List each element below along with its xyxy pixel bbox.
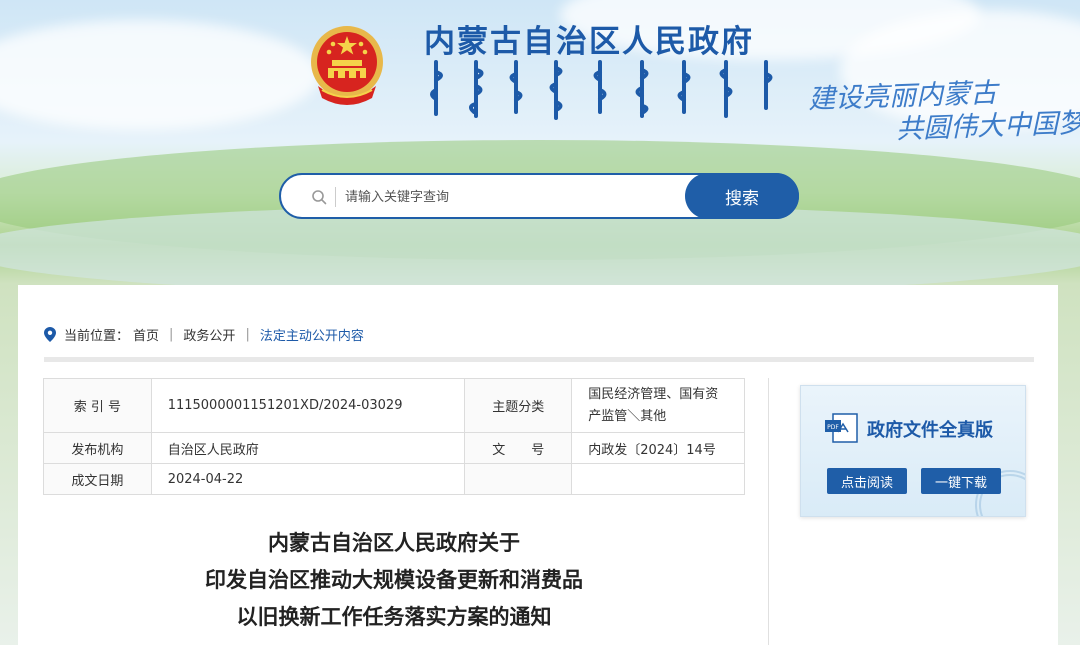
breadcrumb-separator: | xyxy=(245,326,250,342)
pdf-file-icon: PDF xyxy=(825,413,858,443)
document-title-line-3: 以旧换新工作任务落实方案的通知 xyxy=(236,605,552,629)
breadcrumb: 当前位置： 首页 | 政务公开 | 法定主动公开内容 xyxy=(44,325,364,344)
document-title-line-2: 印发自治区推动大规模设备更新和消费品 xyxy=(205,568,583,592)
topic-value: 国民经济管理、国有资产监管＼其他 xyxy=(571,378,745,433)
index-number-value: 1115000001151201XD/2024-03029 xyxy=(150,378,466,433)
issuer-label: 发布机构 xyxy=(43,432,152,464)
document-info-table: 索 引 号 1115000001151201XD/2024-03029 主题分类… xyxy=(43,378,745,495)
empty-cell xyxy=(464,463,573,495)
date-value: 2024-04-22 xyxy=(150,463,466,495)
document-title-line-1: 内蒙古自治区人民政府关于 xyxy=(268,531,520,555)
search-divider xyxy=(335,187,336,207)
breadcrumb-current[interactable]: 法定主动公开内容 xyxy=(260,325,364,344)
site-title: 内蒙古自治区人民政府 xyxy=(424,24,754,60)
breadcrumb-label: 当前位置： xyxy=(64,328,130,344)
cloud-decoration xyxy=(0,20,320,130)
table-row: 成文日期 2024-04-22 xyxy=(43,463,745,495)
search-input[interactable] xyxy=(345,183,675,211)
pdf-card-title: 政府文件全真版 xyxy=(867,420,993,441)
doc-number-label: 文 号 xyxy=(464,432,573,464)
mongolian-script-title xyxy=(430,60,773,120)
table-row: 发布机构 自治区人民政府 文 号 内政发〔2024〕14号 xyxy=(43,432,745,464)
search-bar: 搜索 xyxy=(279,173,799,219)
doc-number-value: 内政发〔2024〕14号 xyxy=(571,432,745,464)
download-button[interactable]: 一键下载 xyxy=(921,468,1001,494)
breadcrumb-separator: | xyxy=(169,326,174,342)
document-title: 内蒙古自治区人民政府关于 印发自治区推动大规模设备更新和消费品 以旧换新工作任务… xyxy=(43,525,745,636)
topic-label: 主题分类 xyxy=(464,378,573,433)
main-content: 当前位置： 首页 | 政务公开 | 法定主动公开内容 索 引 号 1115000… xyxy=(18,285,1058,645)
location-pin-icon xyxy=(44,326,56,342)
breadcrumb-gov-affairs[interactable]: 政务公开 xyxy=(183,325,235,344)
issuer-value: 自治区人民政府 xyxy=(150,432,466,464)
national-emblem-icon xyxy=(311,26,383,105)
breadcrumb-home[interactable]: 首页 xyxy=(133,325,159,344)
empty-cell xyxy=(571,463,745,495)
date-label: 成文日期 xyxy=(43,463,152,495)
column-divider xyxy=(768,378,769,645)
breadcrumb-divider xyxy=(44,357,1034,362)
pdf-version-card: PDF 政府文件全真版 点击阅读 一键下载 xyxy=(800,385,1026,517)
index-number-label: 索 引 号 xyxy=(43,378,152,433)
search-icon xyxy=(312,190,327,205)
read-button[interactable]: 点击阅读 xyxy=(827,468,907,494)
table-row: 索 引 号 1115000001151201XD/2024-03029 主题分类… xyxy=(43,378,745,433)
search-button[interactable]: 搜索 xyxy=(685,173,799,219)
slogan-line-2: 共圆伟大中国梦 xyxy=(895,107,1080,146)
svg-text:PDF: PDF xyxy=(827,424,839,431)
